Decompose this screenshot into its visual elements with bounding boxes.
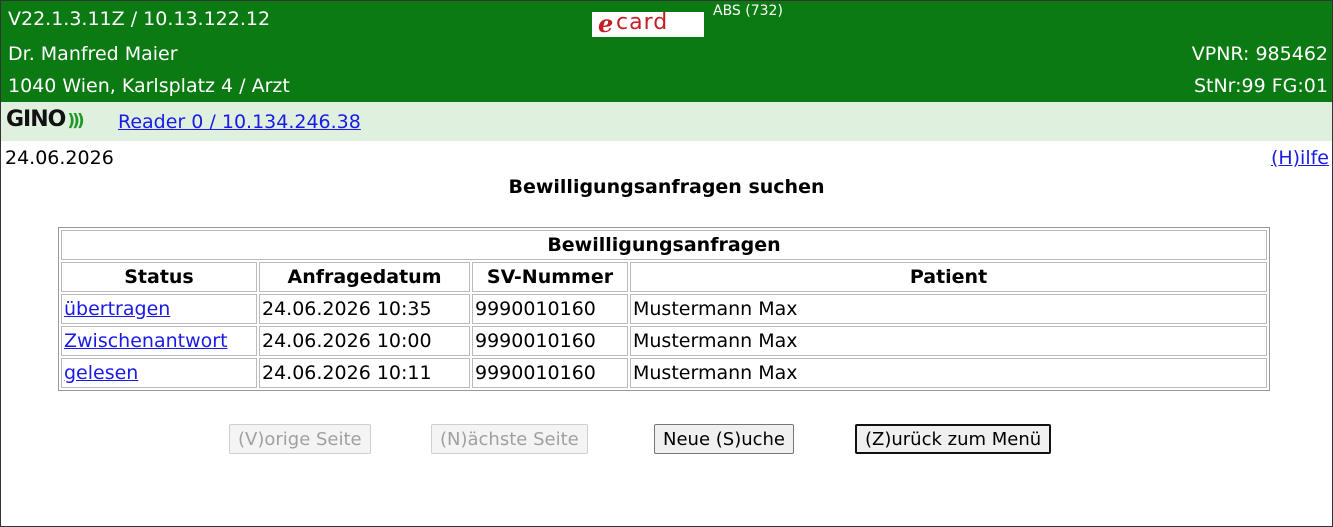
table-row: übertragen 24.06.2026 10:35 9990010160 M… <box>61 294 1267 324</box>
col-header-date: Anfragedatum <box>259 262 470 292</box>
sv-number: 9990010160 <box>472 326 628 356</box>
header-bar-doctor: Dr. Manfred Maier VPNR: 985462 <box>1 37 1332 70</box>
status-link[interactable]: Zwischenantwort <box>64 330 228 352</box>
status-link[interactable]: gelesen <box>64 362 138 384</box>
requests-table: Bewilligungsanfragen Status Anfragedatum… <box>58 227 1270 391</box>
col-header-sv: SV-Nummer <box>472 262 628 292</box>
patient-name: Mustermann Max <box>630 358 1267 388</box>
request-date: 24.06.2026 10:35 <box>259 294 470 324</box>
stnr-text: StNr:99 FG:01 <box>1193 75 1328 97</box>
gino-bar: GINO))) Reader 0 / 10.134.246.38 <box>1 102 1332 141</box>
signal-waves-icon: ))) <box>67 111 84 131</box>
vpnr-text: VPNR: 985462 <box>1191 42 1328 65</box>
table-row: Zwischenantwort 24.06.2026 10:00 9990010… <box>61 326 1267 356</box>
ecard-logo-e: e <box>598 9 614 38</box>
reader-link[interactable]: Reader 0 / 10.134.246.38 <box>118 111 361 133</box>
help-link[interactable]: (H)ilfe <box>1271 147 1329 169</box>
address-text: 1040 Wien, Karlsplatz 4 / Arzt <box>8 75 290 97</box>
new-search-button[interactable]: Neue (S)uche <box>654 424 795 454</box>
header-bar-address: 1040 Wien, Karlsplatz 4 / Arzt StNr:99 F… <box>1 70 1332 102</box>
version-text: V22.1.3.11Z / 10.13.122.12 <box>8 8 271 30</box>
previous-page-button[interactable]: (V)orige Seite <box>229 424 371 454</box>
table-caption: Bewilligungsanfragen <box>61 230 1267 260</box>
page-title: Bewilligungsanfragen suchen <box>508 176 825 198</box>
table-row: gelesen 24.06.2026 10:11 9990010160 Must… <box>61 358 1267 388</box>
back-to-menu-button[interactable]: (Z)urück zum Menü <box>855 424 1052 454</box>
ecard-logo: e card <box>592 9 704 38</box>
gino-logo: GINO))) <box>6 107 85 132</box>
ecard-logo-card: card <box>616 10 669 35</box>
next-page-button[interactable]: (N)ächste Seite <box>431 424 588 454</box>
request-date: 24.06.2026 10:00 <box>259 326 470 356</box>
status-link[interactable]: übertragen <box>64 298 170 320</box>
col-header-status: Status <box>61 262 257 292</box>
sv-number: 9990010160 <box>472 358 628 388</box>
sv-number: 9990010160 <box>472 294 628 324</box>
col-header-patient: Patient <box>630 262 1267 292</box>
doctor-name: Dr. Manfred Maier <box>8 42 178 65</box>
gino-logo-text: GINO <box>6 107 66 132</box>
current-date: 24.06.2026 <box>5 147 114 169</box>
patient-name: Mustermann Max <box>630 326 1267 356</box>
header-bar-top: V22.1.3.11Z / 10.13.122.12 e card ABS (7… <box>1 1 1332 38</box>
patient-name: Mustermann Max <box>630 294 1267 324</box>
abs-label: ABS (732) <box>713 3 783 19</box>
request-date: 24.06.2026 10:11 <box>259 358 470 388</box>
